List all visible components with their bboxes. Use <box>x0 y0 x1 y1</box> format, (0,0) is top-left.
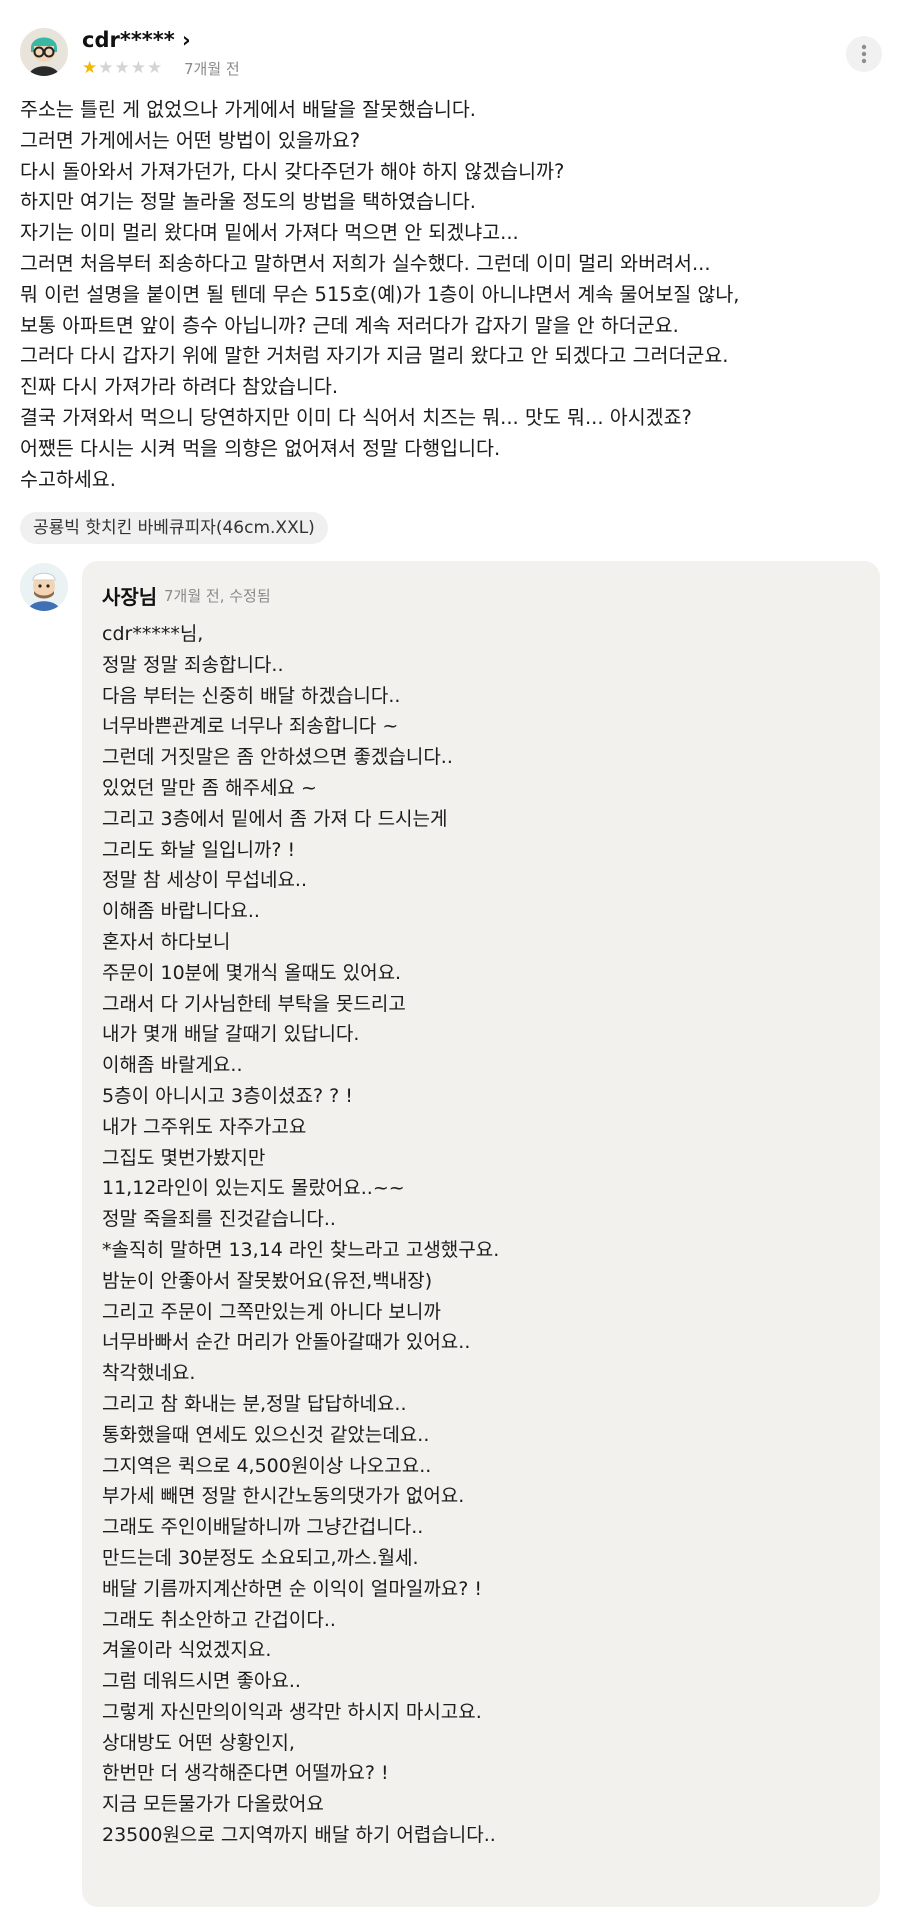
reply-line: 그런데 거짓말은 좀 안하셨으면 좋겠습니다.. <box>102 746 453 769</box>
review-line: 어쨌든 다시는 시켜 먹을 의향은 없어져서 정말 다행입니다. <box>20 436 501 460</box>
reply-line: 정말 정말 죄송합니다.. <box>102 653 284 676</box>
reply-line: 그집도 몇번가봤지만 <box>102 1146 266 1169</box>
star-filled-icon: ★ <box>82 58 99 78</box>
more-vertical-icon <box>861 44 867 64</box>
reply-line: 착각했네요. <box>102 1362 196 1385</box>
reply-text: cdr*****님, 정말 정말 죄송합니다.. 다음 부터는 신중히 배달 하겠습… <box>102 619 499 1851</box>
review-line: 주소는 틀린 게 없었으나 가게에서 배달을 잘못했습니다. <box>20 98 477 121</box>
reply-meta: 7개월 전, 수정됨 <box>164 587 271 605</box>
reply-line: 그리고 주문이 그쪽만있는게 아니다 보니까 <box>102 1300 441 1323</box>
reply-author: 사장님 <box>102 585 158 609</box>
reply-line: 그리고 3층에서 밑에서 좀 가져 다 드시는게 <box>102 807 448 830</box>
reply-line: 밤눈이 안좋아서 잘못봤어요(유전,백내장) <box>102 1269 433 1292</box>
reply-line: 그리도 화날 일입니까? ! <box>102 838 296 861</box>
reply-line: 내가 몇개 배달 갈때기 있답니다. <box>102 1023 360 1046</box>
reply-line: cdr*****님, <box>102 623 204 645</box>
reply-line: 너무바빠서 순간 머리가 안돌아갈때가 있어요.. <box>102 1331 471 1354</box>
reviewer-name-link[interactable]: cdr***** › <box>82 28 191 52</box>
reply-line: 정말 참 세상이 무섭네요.. <box>102 869 307 892</box>
reply-line: 그럼 데워드시면 좋아요.. <box>102 1670 301 1693</box>
review-line: 결국 가져와서 먹으니 당연하지만 이미 다 식어서 치즈는 뭐... 맛도 뭐… <box>20 405 692 429</box>
reply-line: 그래도 취소안하고 간겁이다.. <box>102 1608 336 1631</box>
reply-line: 겨울이라 식었겠지요. <box>102 1639 272 1662</box>
reply-line: 23500원으로 그지역까지 배달 하기 어렵습니다.. <box>102 1824 496 1847</box>
star-empty-icon: ★ <box>130 58 147 78</box>
review-line: 그러면 처음부터 죄송하다고 말하면서 저희가 실수했다. 그런데 이미 멀리 … <box>20 251 711 275</box>
review-line: 자기는 이미 멀리 왔다며 밑에서 가져다 먹으면 안 되겠냐고... <box>20 221 519 245</box>
reply-line: 내가 그주위도 자주가고요 <box>102 1115 307 1138</box>
reply-line: 그리고 참 화내는 분,정말 답답하네요.. <box>102 1392 407 1415</box>
reply-line: 주문이 10분에 몇개식 올때도 있어요. <box>102 961 402 984</box>
review-line: 보통 아파트면 앞이 층수 아닙니까? 근데 계속 저러다가 갑자기 말을 안 … <box>20 313 679 337</box>
review-line: 수고하세요. <box>20 467 116 491</box>
reply-line: 그래서 다 기사님한테 부탁을 못드리고 <box>102 992 406 1015</box>
reply-line: 그지역은 퀵으로 4,500원이상 나오고요.. <box>102 1454 432 1477</box>
review-date: 7개월 전 <box>184 60 240 78</box>
reply-line: 통화했을때 연세도 있으신것 같았는데요.. <box>102 1423 430 1446</box>
reply-line: 지금 모든물가가 다올랐어요 <box>102 1793 324 1816</box>
star-empty-icon: ★ <box>114 58 131 78</box>
reply-line: 5층이 아니시고 3층이셨죠? ? ! <box>102 1084 353 1107</box>
user-avatar-icon[interactable] <box>20 28 68 76</box>
reply-line: 부가세 빼면 정말 한시간노동의댓가가 없어요. <box>102 1485 465 1508</box>
review-text: 주소는 틀린 게 없었으나 가게에서 배달을 잘못했습니다. 그러면 가게에서는 … <box>20 95 880 495</box>
reply-line: *솔직히 말하면 13,14 라인 찾느라고 고생했구요. <box>102 1238 500 1261</box>
reply-line: 배달 기름까지계산하면 순 이익이 얼마일까요? ! <box>102 1577 483 1600</box>
more-options-button[interactable] <box>846 36 882 72</box>
reply-line: 그래도 주인이배달하니까 그냥간겁니다.. <box>102 1516 424 1539</box>
reply-line: 상대방도 어떤 상황인지, <box>102 1731 295 1754</box>
reply-line: 만드는데 30분정도 소요되고,까스.월세. <box>102 1546 419 1569</box>
review-line: 다시 돌아와서 가져가던가, 다시 갖다주던가 해야 하지 않겠습니까? <box>20 159 565 183</box>
review-line: 진짜 다시 가져가라 하려다 참았습니다. <box>20 375 339 399</box>
reply-line: 너무바쁜관계로 너무나 죄송합니다 ~ <box>102 715 399 738</box>
reply-line: 11,12라인이 있는지도 몰랐어요..~~ <box>102 1177 405 1200</box>
review-line: 그러다 다시 갑자기 위에 말한 거처럼 자기가 지금 멀리 왔다고 안 되겠다… <box>20 344 729 368</box>
ordered-menu-chip[interactable]: 공룡빅 핫치킨 바베큐피자(46cm.XXL) <box>20 512 328 544</box>
review-line: 하지만 여기는 정말 놀라울 정도의 방법을 택하였습니다. <box>20 190 477 214</box>
review-line: 뭐 이런 설명을 붙이면 될 텐데 무슨 515호(예)가 1층이 아니냐면서 … <box>20 282 740 306</box>
reply-line: 있었던 말만 좀 해주세요 ~ <box>102 776 317 799</box>
reply-line: 다음 부터는 신중히 배달 하겠습니다.. <box>102 684 401 707</box>
reply-line: 이해좀 바랄게요.. <box>102 1054 243 1077</box>
owner-reply: 사장님 7개월 전, 수정됨 cdr*****님, 정말 정말 죄송합니다.. 다음… <box>82 561 880 1907</box>
review-line: 그러면 가게에서는 어떤 방법이 있을까요? <box>20 128 361 152</box>
reply-line: 이해좀 바랍니다요.. <box>102 900 260 923</box>
reply-line: 혼자서 하다보니 <box>102 930 231 953</box>
star-empty-icon: ★ <box>98 58 115 78</box>
star-empty-icon: ★ <box>147 58 164 78</box>
reply-line: 한번만 더 생각해준다면 어떨까요? ! <box>102 1762 389 1785</box>
rating-stars: ★★★★★ <box>82 58 163 78</box>
owner-avatar-icon <box>20 563 68 611</box>
reply-line: 그렇게 자신만의이익과 생각만 하시지 마시고요. <box>102 1700 482 1723</box>
reply-line: 정말 죽을죄를 진것같습니다.. <box>102 1208 336 1231</box>
